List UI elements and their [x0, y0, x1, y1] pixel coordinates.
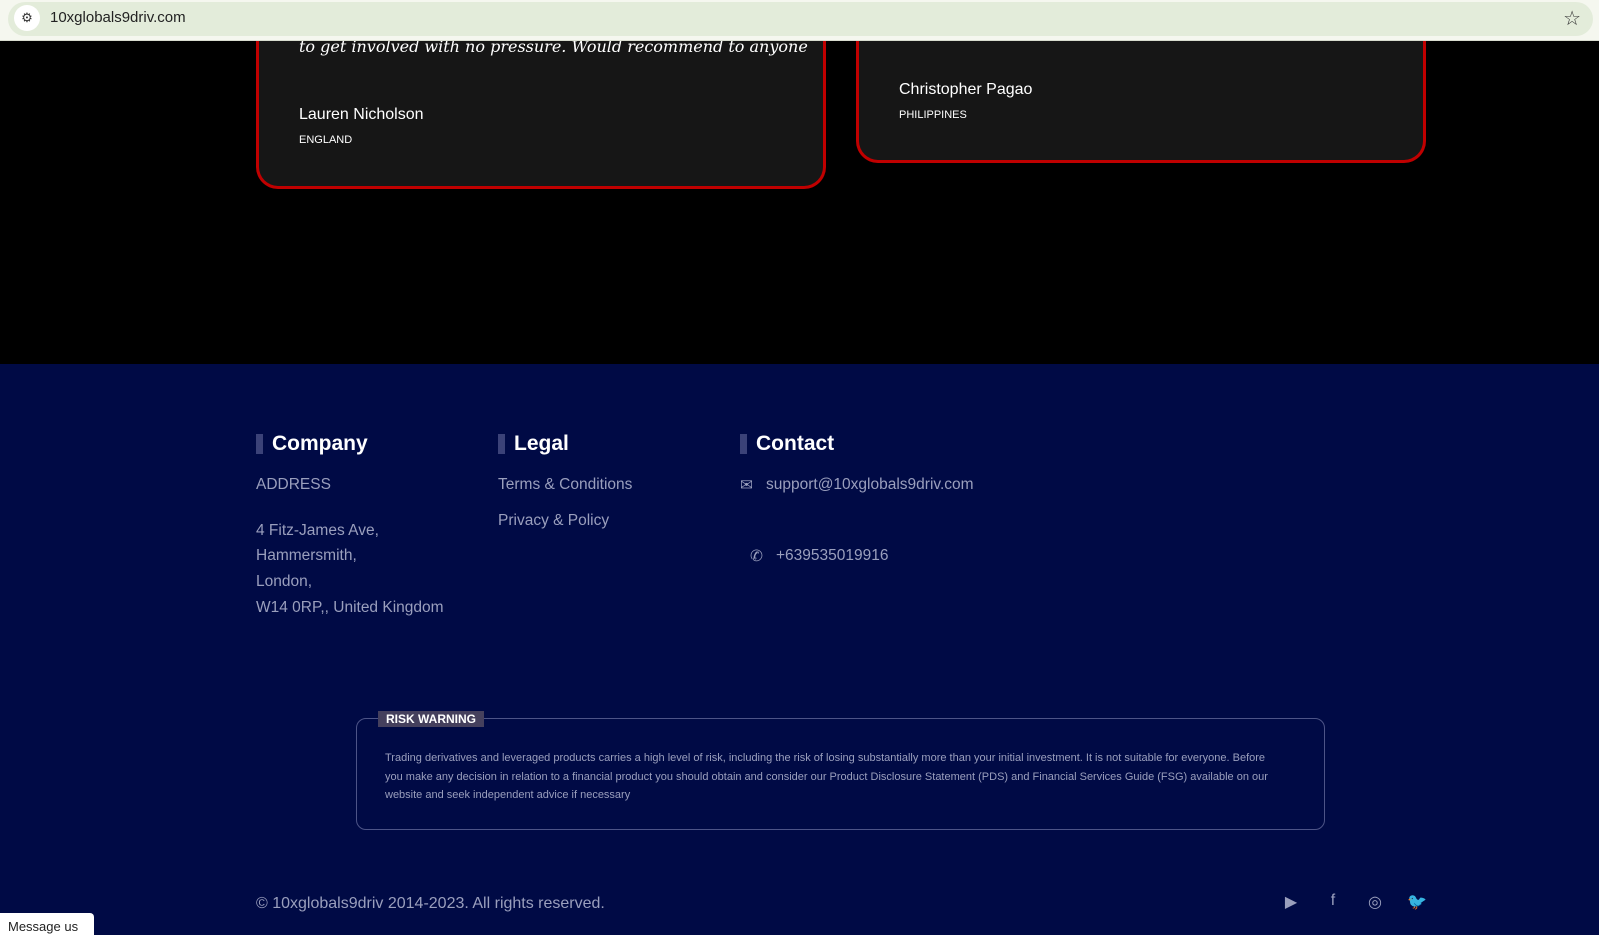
url-bar[interactable]: [8, 2, 1593, 36]
address-line: W14 0RP,, United Kingdom: [256, 599, 444, 616]
legal-column: Legal Terms & Conditions Privacy & Polic…: [498, 433, 632, 529]
testimonial-country: PHILIPPINES: [899, 109, 967, 121]
company-column: Company ADDRESS 4 Fitz-James Ave, Hammer…: [256, 433, 444, 616]
bookmark-star-icon[interactable]: ☆: [1563, 6, 1581, 31]
address-label: ADDRESS: [256, 476, 331, 493]
twitter-icon[interactable]: 🐦: [1406, 892, 1428, 912]
terms-link[interactable]: Terms & Conditions: [498, 476, 632, 494]
risk-warning-label: RISK WARNING: [378, 711, 484, 727]
message-us-button[interactable]: Message us: [0, 913, 94, 935]
phone-link[interactable]: +639535019916: [776, 547, 889, 565]
site-settings-icon[interactable]: ⚙: [14, 5, 40, 31]
testimonial-card: Christopher Pagao PHILIPPINES: [856, 41, 1426, 163]
copyright: © 10xglobals9driv 2014-2023. All rights …: [256, 895, 605, 912]
risk-warning-text: Trading derivatives and leveraged produc…: [385, 752, 1268, 801]
url-text[interactable]: 10xglobals9driv.com: [50, 9, 186, 26]
phone-icon: ✆: [750, 548, 763, 565]
footer: Company ADDRESS 4 Fitz-James Ave, Hammer…: [0, 364, 1599, 935]
browser-address-bar: ⚙ 10xglobals9driv.com ☆: [0, 0, 1599, 41]
facebook-icon[interactable]: f: [1322, 892, 1344, 912]
company-heading: Company: [256, 433, 368, 454]
email-link[interactable]: support@10xglobals9driv.com: [766, 476, 974, 494]
legal-heading: Legal: [498, 433, 569, 454]
address-line: Hammersmith,: [256, 547, 357, 564]
testimonial-card: to get involved with no pressure. Would …: [256, 37, 826, 189]
risk-warning-box: RISK WARNING Trading derivatives and lev…: [356, 711, 1325, 830]
address-line: London,: [256, 573, 313, 590]
contact-column: Contact ✉ support@10xglobals9driv.com ✆ …: [740, 433, 974, 565]
envelope-icon: ✉: [740, 477, 753, 494]
testimonial-name: Christopher Pagao: [899, 81, 1033, 98]
youtube-icon[interactable]: ▶: [1280, 892, 1302, 912]
address-line: 4 Fitz-James Ave,: [256, 522, 379, 539]
contact-heading: Contact: [740, 433, 834, 454]
privacy-link[interactable]: Privacy & Policy: [498, 512, 609, 530]
testimonial-country: ENGLAND: [299, 134, 353, 146]
testimonial-name: Lauren Nicholson: [299, 106, 424, 123]
instagram-icon[interactable]: ◎: [1364, 892, 1386, 912]
